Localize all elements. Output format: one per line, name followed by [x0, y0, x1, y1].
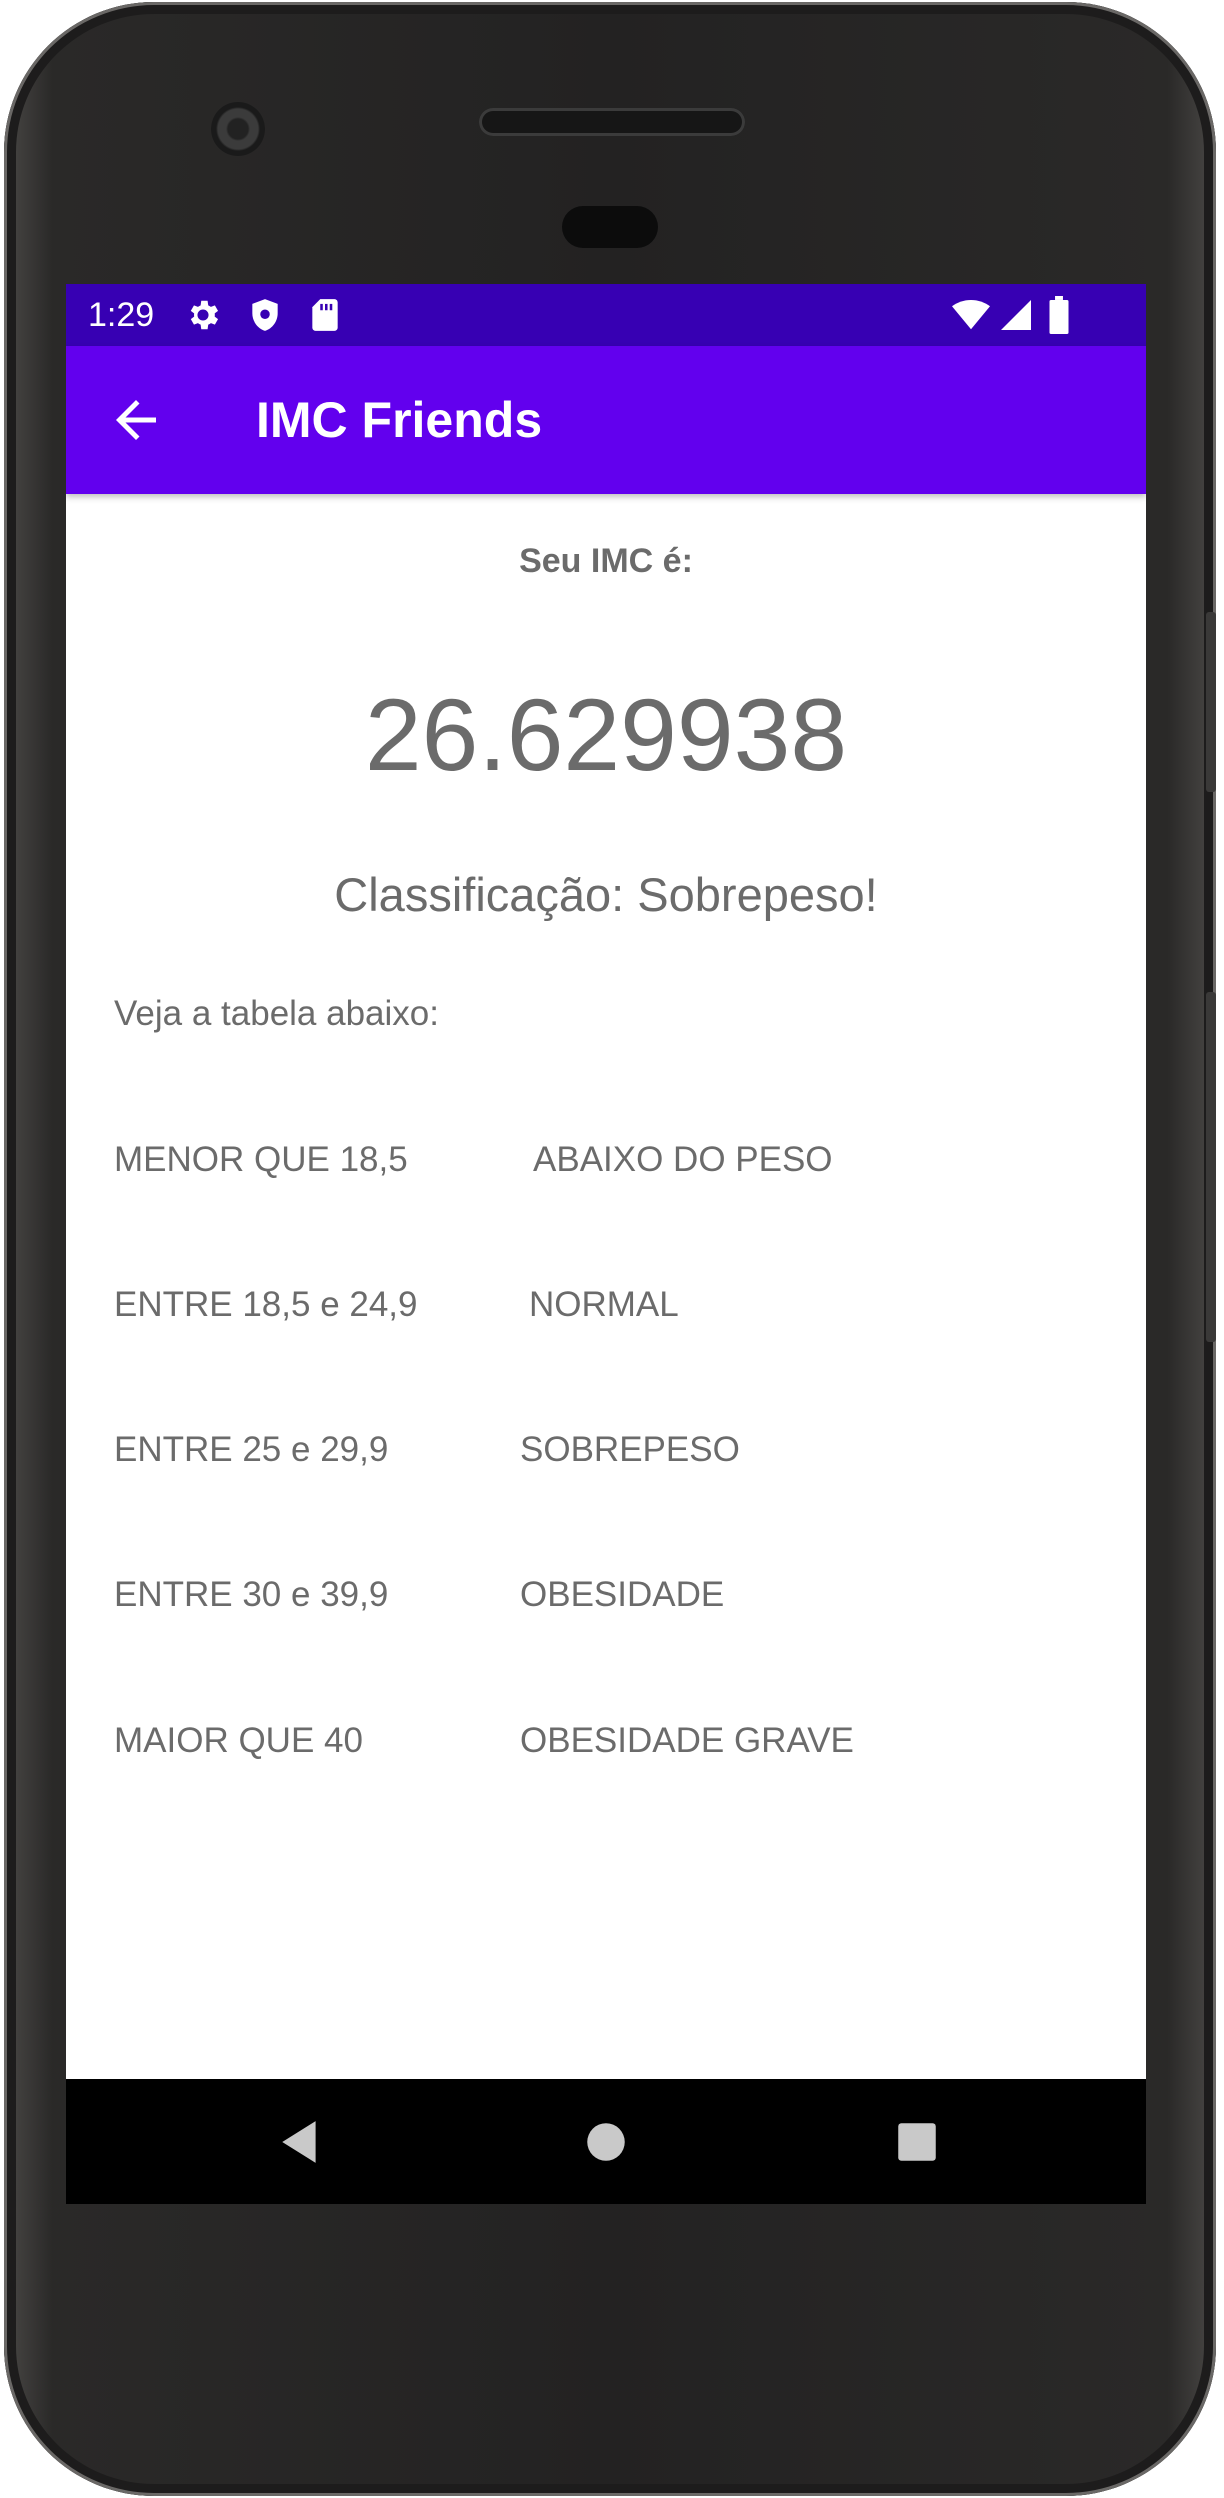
row-range: ENTRE 30 e 39,9 [114, 1575, 389, 1614]
navigation-bar [66, 2079, 1146, 2204]
app-bar: IMC Friends [66, 346, 1146, 494]
row-classification: ABAIXO DO PESO [533, 1140, 833, 1179]
status-bar: 1:29 [66, 284, 1146, 346]
power-button [1206, 612, 1216, 792]
app-title: IMC Friends [256, 392, 543, 448]
status-time: 1:29 [88, 296, 155, 334]
classification-text: Classificação: Sobrepeso! [334, 868, 878, 921]
row-classification: OBESIDADE GRAVE [520, 1721, 854, 1760]
front-camera [211, 102, 265, 156]
sd-card-icon [306, 296, 344, 339]
table-intro: Veja a tabela abaixo: [114, 994, 439, 1033]
gear-icon [184, 296, 222, 339]
row-range: MAIOR QUE 40 [114, 1721, 363, 1760]
proximity-sensor [562, 206, 658, 248]
battery-icon [1048, 296, 1070, 339]
row-classification: OBESIDADE [520, 1575, 725, 1614]
row-classification: SOBREPESO [520, 1430, 740, 1469]
arrow-back-icon[interactable] [106, 390, 166, 450]
row-range: ENTRE 25 e 29,9 [114, 1430, 389, 1469]
screen: 1:29 IMC Friends Seu IMC é: 26.629938 Cl… [66, 284, 1146, 2204]
back-triangle-icon[interactable] [276, 2117, 326, 2167]
volume-button [1206, 992, 1216, 1342]
row-range: ENTRE 18,5 e 24,9 [114, 1285, 418, 1324]
signal-icon [998, 296, 1034, 339]
row-classification: NORMAL [529, 1285, 679, 1324]
wifi-icon [951, 296, 991, 339]
row-range: MENOR QUE 18,5 [114, 1140, 408, 1179]
recents-square-icon[interactable] [892, 2117, 942, 2167]
imc-heading: Seu IMC é: [519, 542, 693, 580]
imc-value: 26.629938 [364, 678, 848, 792]
earpiece-speaker [479, 108, 745, 136]
shield-icon [246, 296, 284, 339]
home-circle-icon[interactable] [581, 2117, 631, 2167]
